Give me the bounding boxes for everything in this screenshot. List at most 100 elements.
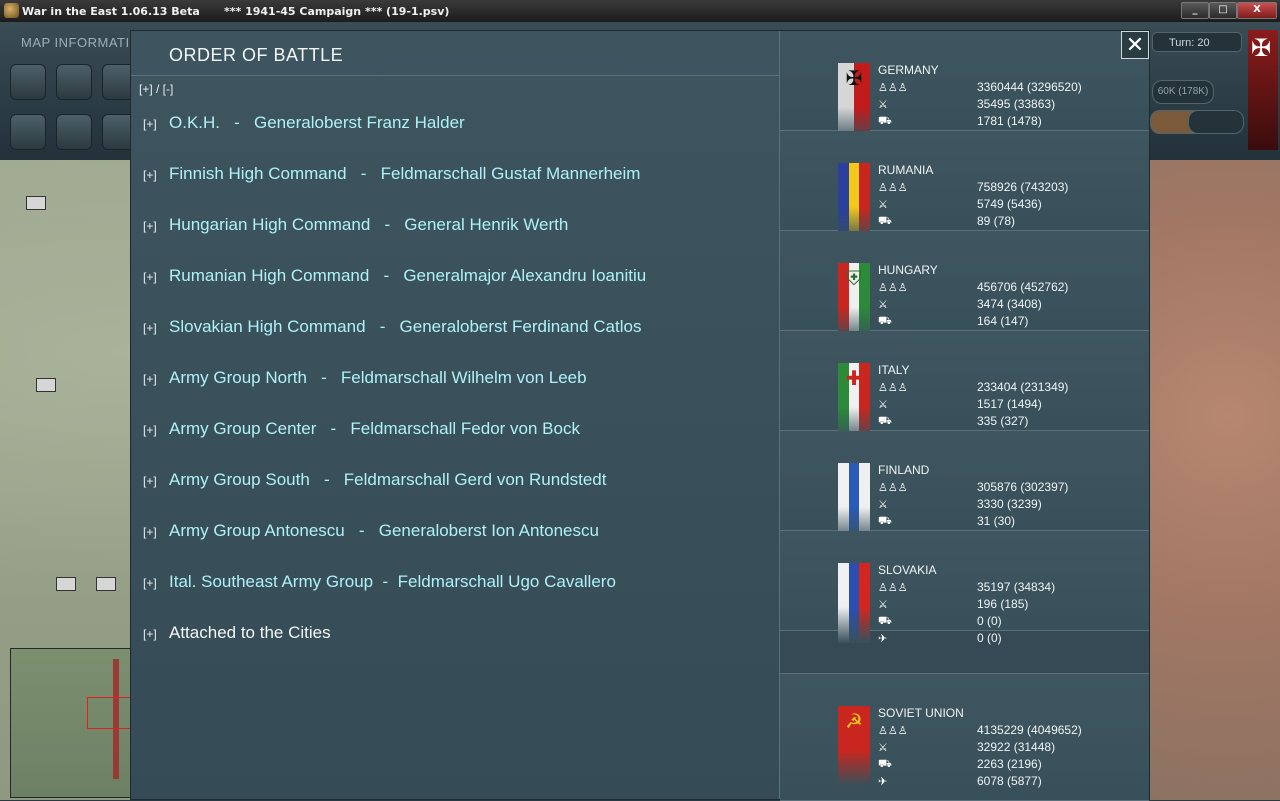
command-row[interactable]: [+] O.K.H. - Generaloberst Franz Halder [143,113,773,164]
map-unit-marker[interactable] [36,378,56,392]
flag-emblem-icon: ✚ [845,368,863,390]
tank-icon: ⛟ [878,315,892,327]
move-mode-icon[interactable] [10,114,46,150]
guns-stat: ⚔ 32922 (31448) [878,740,1138,757]
map-background-right[interactable] [1150,160,1280,800]
expand-toggle[interactable]: [+] [143,215,169,233]
men-value: 758926 (743203) [977,180,1069,194]
close-dialog-button[interactable]: ✕ [1121,31,1149,59]
infantry-icon: ♙♙♙ [878,382,908,394]
command-row[interactable]: [+] Slovakian High Command - Generalobers… [143,317,773,368]
hq-filter-icon[interactable] [56,64,92,100]
afv-value: 0 (0) [977,614,1002,628]
minimap-viewport-box[interactable] [87,697,131,729]
map-unit-marker[interactable] [96,577,116,591]
infantry-icon: ♙♙♙ [878,582,908,594]
supply-readout: 60K (178K) [1152,80,1214,104]
command-label[interactable]: Army Group Antonescu - Generaloberst Ion… [169,521,599,541]
expand-toggle[interactable]: [+] [143,470,169,488]
artillery-icon: ⚔ [878,499,888,511]
app-title: War in the East 1.06.13 Beta [22,5,200,18]
expand-toggle[interactable]: [+] [143,266,169,284]
nation-card: SLOVAKIA ♙♙♙ 35197 (34834) ⚔ 196 (185) ⛟ 0 (0)… [780,531,1149,645]
afv-stat: ⛟ 31 (30) [878,514,1138,531]
command-row[interactable]: [+] Finnish High Command - Feldmarschall … [143,164,773,215]
aircraft-value: 6078 (5877) [977,774,1042,788]
artillery-icon: ⚔ [878,99,888,111]
infantry-icon: ♙♙♙ [878,482,908,494]
guns-value: 1517 (1494) [977,397,1042,411]
minimize-button[interactable]: _ [1181,2,1209,19]
men-stat: ♙♙♙ 35197 (34834) [878,580,1138,597]
nation-card: RUMANIA ♙♙♙ 758926 (743203) ⚔ 5749 (5436) ⛟ 89… [780,131,1149,245]
men-stat: ♙♙♙ 758926 (743203) [878,180,1138,197]
command-row[interactable]: [+] Army Group Antonescu - Generaloberst … [143,521,773,572]
nation-name: FINLAND [878,463,930,477]
command-row[interactable]: [+] Army Group North - Feldmarschall Wilh… [143,368,773,419]
window-close-button[interactable]: X [1237,2,1277,19]
nation-card: ✚ ITALY ♙♙♙ 233404 (231349) ⚔ 1517 (1494) ⛟ 335… [780,331,1149,445]
guns-value: 3330 (3239) [977,497,1042,511]
unit-filter-icon[interactable] [10,64,46,100]
command-label[interactable]: Attached to the Cities [169,623,331,643]
command-label[interactable]: O.K.H. - Generaloberst Franz Halder [169,113,465,133]
map-unit-marker[interactable] [56,577,76,591]
command-label[interactable]: Army Group South - Feldmarschall Gerd vo… [169,470,606,490]
command-label[interactable]: Slovakian High Command - Generaloberst F… [169,317,641,337]
command-row[interactable]: [+] Attached to the Cities [143,623,773,674]
command-row[interactable]: [+] Army Group Center - Feldmarschall Fed… [143,419,773,470]
guns-value: 5749 (5436) [977,197,1042,211]
aircraft-stat: ✈ 0 (0) [878,631,1138,648]
command-row[interactable]: [+] Hungarian High Command - General Henr… [143,215,773,266]
artillery-icon: ⚔ [878,399,888,411]
oob-tree-panel: ORDER OF BATTLE [+] / [-] [+] O.K.H. - Ge… [131,31,780,799]
flag-emblem-icon: ✠ [845,68,863,90]
afv-value: 335 (327) [977,414,1029,428]
expand-toggle[interactable]: [+] [143,572,169,590]
nation-name: SOVIET UNION [878,706,964,720]
expand-toggle[interactable]: [+] [143,419,169,437]
command-row[interactable]: [+] Army Group South - Feldmarschall Gerd… [143,470,773,521]
side-emblem: ✠ [1248,30,1278,150]
hud-toggle-right[interactable] [1188,110,1244,134]
expand-collapse-all[interactable]: [+] / [-] [139,82,173,96]
command-label[interactable]: Hungarian High Command - General Henrik … [169,215,568,235]
expand-toggle[interactable]: [+] [143,317,169,335]
expand-toggle[interactable]: [+] [143,623,169,641]
map-information-tab[interactable]: MAP INFORMATIO [21,35,140,50]
aircraft-icon: ✈ [878,776,888,788]
tank-icon: ⛟ [878,215,892,227]
guns-stat: ⚔ 35495 (33863) [878,97,1138,114]
command-label[interactable]: Ital. Southeast Army Group - Feldmarscha… [169,572,616,592]
order-of-battle-dialog: ORDER OF BATTLE [+] / [-] [+] O.K.H. - Ge… [130,30,1150,801]
command-label[interactable]: Army Group Center - Feldmarschall Fedor … [169,419,580,439]
command-label[interactable]: Rumanian High Command - Generalmajor Ale… [169,266,646,286]
expand-toggle[interactable]: [+] [143,113,169,131]
expand-toggle[interactable]: [+] [143,164,169,182]
flag-emblem-icon: ☭ [845,711,863,733]
nation-flag [838,563,871,643]
command-label[interactable]: Army Group North - Feldmarschall Wilhelm… [169,368,587,388]
rail-mode-icon[interactable] [56,114,92,150]
iron-cross-icon: ✠ [1251,35,1272,62]
afv-stat: ⛟ 335 (327) [878,414,1138,431]
command-list: [+] O.K.H. - Generaloberst Franz Halder [+… [143,113,773,674]
minimap[interactable] [10,648,132,798]
afv-value: 1781 (1478) [977,114,1042,128]
map-unit-marker[interactable] [26,196,46,210]
artillery-icon: ⚔ [878,742,888,754]
command-label[interactable]: Finnish High Command - Feldmarschall Gus… [169,164,640,184]
command-row[interactable]: [+] Rumanian High Command - Generalmajor … [143,266,773,317]
nation-name: HUNGARY [878,263,938,277]
expand-toggle[interactable]: [+] [143,521,169,539]
guns-stat: ⚔ 3474 (3408) [878,297,1138,314]
men-stat: ♙♙♙ 305876 (302397) [878,480,1138,497]
command-row[interactable]: [+] Ital. Southeast Army Group - Feldmars… [143,572,773,623]
maximize-button[interactable]: □ [1209,2,1237,19]
nation-card: ☭ SOVIET UNION ♙♙♙ 4135229 (4049652) ⚔ 32922 … [780,673,1149,801]
dialog-title: ORDER OF BATTLE [169,45,344,65]
men-stat: ♙♙♙ 456706 (452762) [878,280,1138,297]
infantry-icon: ♙♙♙ [878,82,908,94]
guns-value: 3474 (3408) [977,297,1042,311]
expand-toggle[interactable]: [+] [143,368,169,386]
